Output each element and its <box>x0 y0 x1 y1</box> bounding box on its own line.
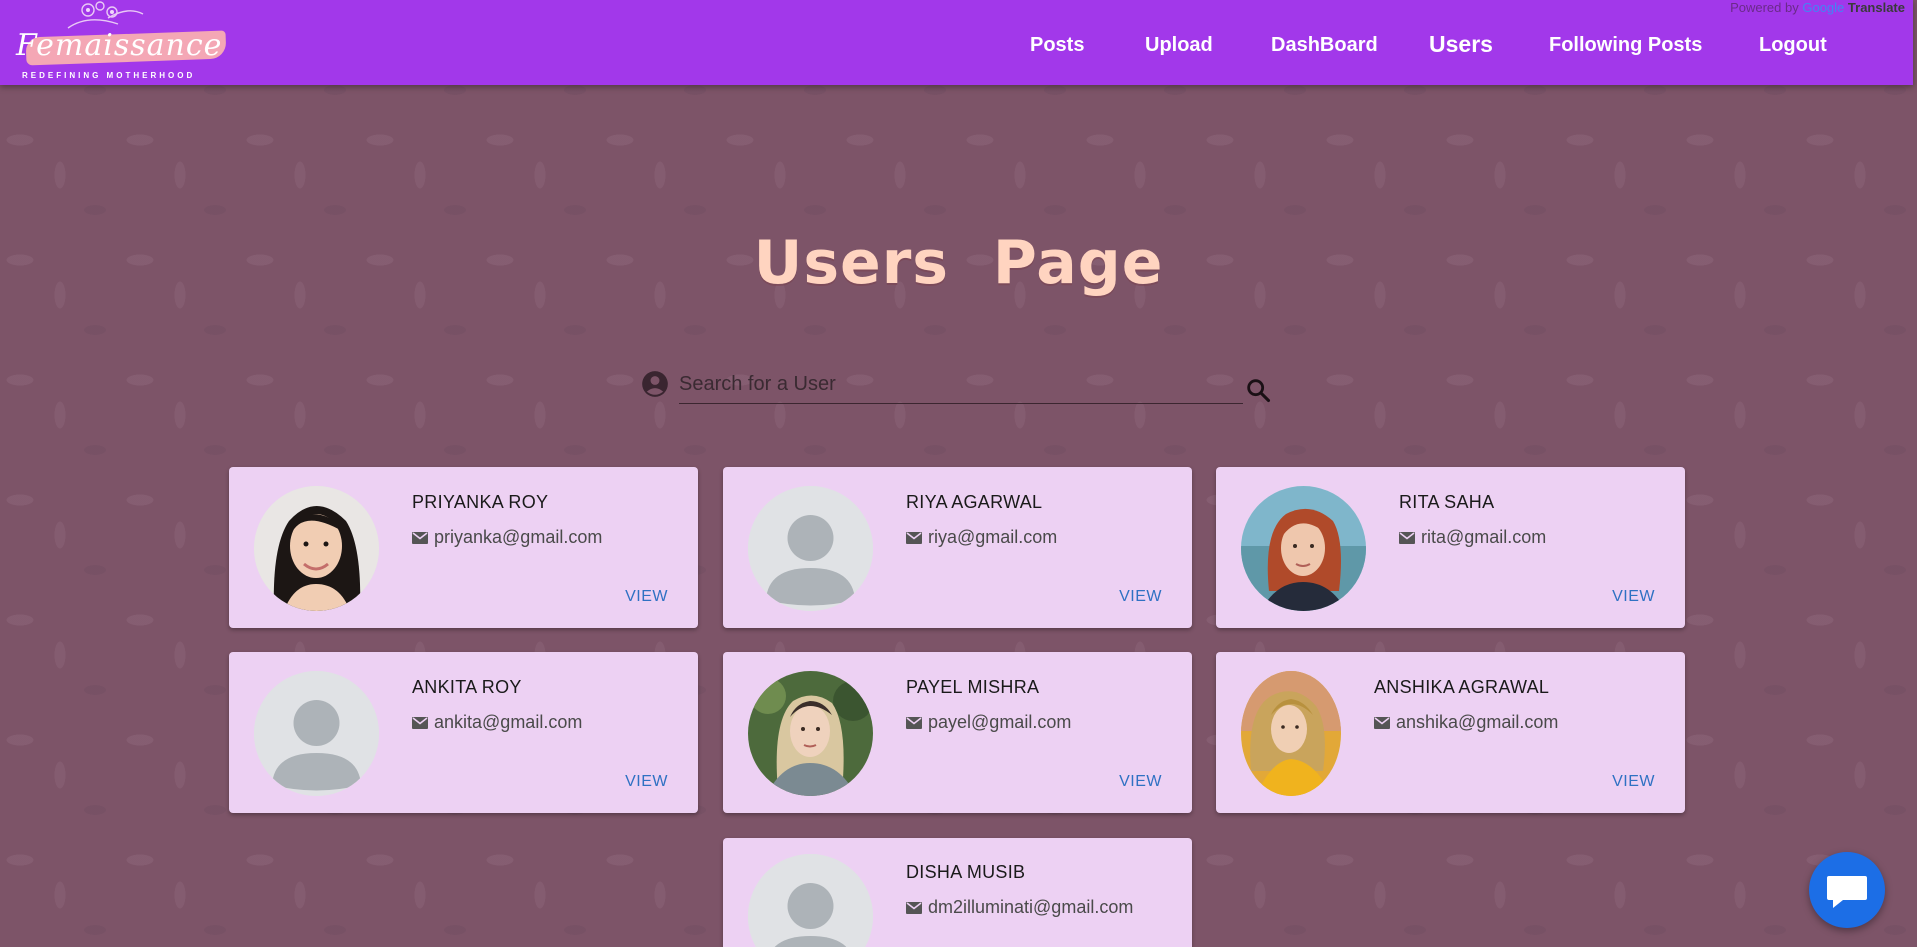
view-button[interactable]: VIEW <box>1612 773 1655 791</box>
view-button[interactable]: VIEW <box>1612 588 1655 606</box>
user-name: ANKITA ROY <box>412 677 522 697</box>
chat-button[interactable] <box>1809 852 1885 928</box>
user-name: PAYEL MISHRA <box>906 677 1040 697</box>
avatar <box>254 671 379 796</box>
user-card: PRIYANKA ROY priyanka@gmail.com VIEW <box>229 467 698 628</box>
mail-icon <box>906 717 922 729</box>
mail-icon <box>412 532 428 544</box>
view-button[interactable]: VIEW <box>1119 588 1162 606</box>
view-button[interactable]: VIEW <box>1119 773 1162 791</box>
user-card: ANKITA ROY ankita@gmail.com VIEW <box>229 652 698 813</box>
user-email: payel@gmail.com <box>906 712 1071 733</box>
nav-users[interactable]: Users <box>1429 31 1493 58</box>
nav-logout[interactable]: Logout <box>1759 34 1827 57</box>
user-card: RITA SAHA rita@gmail.com VIEW <box>1216 467 1685 628</box>
user-search <box>641 366 1271 406</box>
user-name: RITA SAHA <box>1399 492 1495 512</box>
nav-upload[interactable]: Upload <box>1145 34 1213 57</box>
google-translate-badge[interactable]: Powered by Google Translate <box>1730 0 1905 15</box>
user-email-text: priyanka@gmail.com <box>434 527 603 547</box>
avatar <box>1241 486 1366 611</box>
top-navbar: Femaissance REDEFINING MOTHERHOOD Posts … <box>0 0 1913 85</box>
page-title: Users Page <box>753 228 1164 298</box>
default-avatar-icon <box>748 854 873 947</box>
search-input[interactable] <box>679 366 1243 404</box>
user-email: priyanka@gmail.com <box>412 527 602 548</box>
user-email: anshika@gmail.com <box>1374 712 1558 733</box>
flower-decoration-icon <box>67 1 144 29</box>
user-card: PAYEL MISHRA payel@gmail.com VIEW <box>723 652 1192 813</box>
avatar <box>254 486 379 611</box>
avatar <box>748 854 873 947</box>
default-avatar-icon <box>748 486 873 611</box>
mail-icon <box>906 532 922 544</box>
user-email: rita@gmail.com <box>1399 527 1546 548</box>
user-name: RIYA AGARWAL <box>906 492 1043 512</box>
user-email-text: ankita@gmail.com <box>434 712 583 732</box>
user-email: riya@gmail.com <box>906 527 1057 548</box>
mail-icon <box>1399 532 1415 544</box>
logo-tagline: REDEFINING MOTHERHOOD <box>22 71 196 80</box>
nav-following-posts[interactable]: Following Posts <box>1549 34 1702 57</box>
user-email: dm2illuminati@gmail.com <box>906 897 1133 918</box>
user-name: DISHA MUSIB <box>906 862 1026 882</box>
user-card: RIYA AGARWAL riya@gmail.com VIEW <box>723 467 1192 628</box>
translate-text: Translate <box>1847 0 1905 15</box>
mail-icon <box>1374 717 1390 729</box>
user-email-text: anshika@gmail.com <box>1396 712 1559 732</box>
logo-text: Femaissance <box>16 28 223 63</box>
user-email-text: payel@gmail.com <box>928 712 1072 732</box>
brand-logo[interactable]: Femaissance REDEFINING MOTHERHOOD <box>8 0 228 84</box>
user-card: ANSHIKA AGRAWAL anshika@gmail.com VIEW <box>1216 652 1685 813</box>
mail-icon <box>412 717 428 729</box>
view-button[interactable]: VIEW <box>625 773 668 791</box>
default-avatar-icon <box>254 671 379 796</box>
google-text: Google <box>1802 0 1845 15</box>
mail-icon <box>906 902 922 914</box>
user-email-text: rita@gmail.com <box>1421 527 1547 547</box>
powered-by-text: Powered by <box>1730 0 1799 15</box>
user-email-text: dm2illuminati@gmail.com <box>928 897 1134 917</box>
chat-icon <box>1827 876 1867 908</box>
search-icon[interactable] <box>1244 376 1272 404</box>
nav-dashboard[interactable]: DashBoard <box>1271 34 1378 57</box>
avatar <box>1241 671 1341 796</box>
nav-posts[interactable]: Posts <box>1030 34 1084 57</box>
avatar <box>748 671 873 796</box>
user-name: ANSHIKA AGRAWAL <box>1374 677 1550 697</box>
user-email: ankita@gmail.com <box>412 712 582 733</box>
user-card: DISHA MUSIB dm2illuminati@gmail.com <box>723 838 1192 947</box>
account-circle-icon <box>642 371 668 397</box>
avatar <box>748 486 873 611</box>
view-button[interactable]: VIEW <box>625 588 668 606</box>
user-email-text: riya@gmail.com <box>928 527 1058 547</box>
user-name: PRIYANKA ROY <box>412 492 549 512</box>
